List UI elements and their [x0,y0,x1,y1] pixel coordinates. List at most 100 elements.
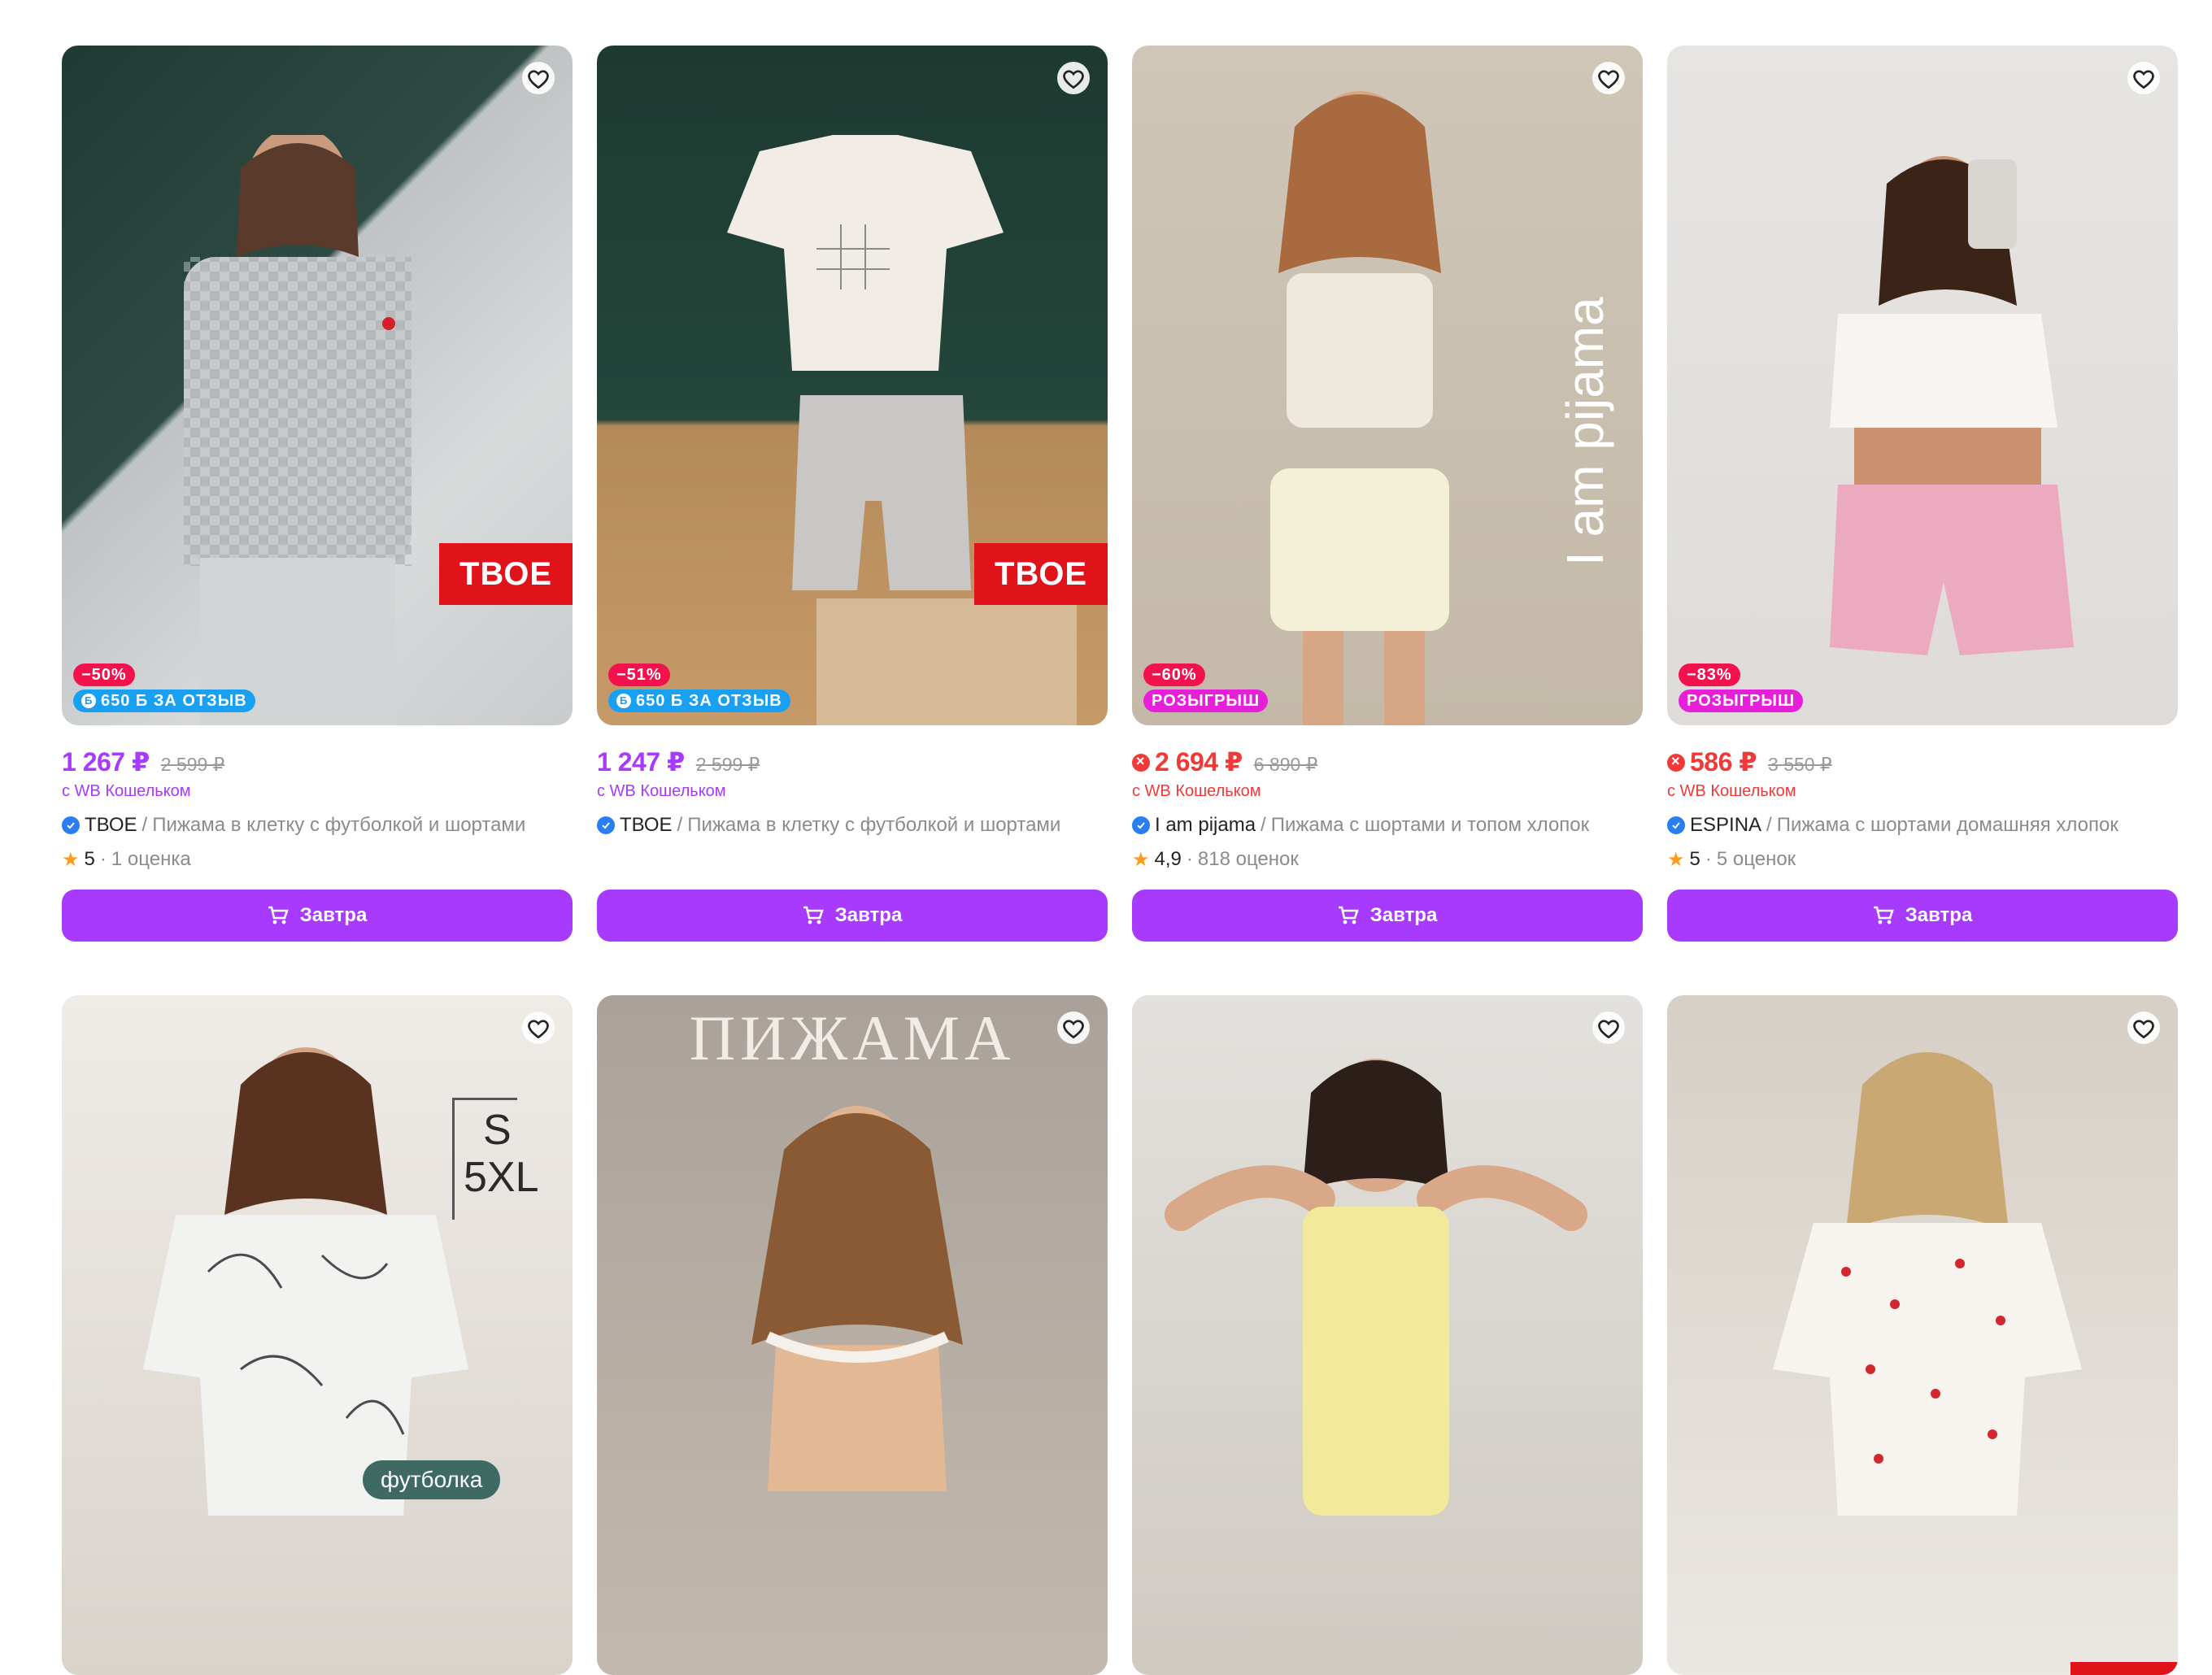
price-row: 1 247 ₽ 2 599 ₽ [597,746,1108,779]
favorite-heart-icon[interactable] [1589,59,1628,98]
price-row: 1 267 ₽ 2 599 ₽ [62,746,573,779]
product-photo[interactable]: ТВОЕ −50% 650 Б ЗА ОТЗЫВ [62,46,573,725]
wallet-note: с WB Кошельком [597,782,726,800]
price: 2 694 ₽ [1155,747,1243,777]
reviews-count: 1 оценка [111,848,191,870]
variant-chip: футболка [363,1460,501,1499]
model-figure [143,1047,468,1516]
towel-shape [816,598,1077,725]
product-title[interactable]: ESPINA / Пижама с шортами домашняя хлопо… [1667,813,2178,838]
star-icon: ★ [1667,848,1685,871]
product-photo[interactable]: ТВОЕ −51% 650 Б ЗА ОТЗЫВ [597,46,1108,725]
brand-name[interactable]: ТВОЕ [620,813,673,838]
product-card[interactable]: ТВОЕ −50% 650 Б ЗА ОТЗЫВ 1 267 ₽ 2 599 ₽… [62,46,573,942]
add-to-cart-button[interactable]: Завтра [597,890,1108,942]
product-title[interactable]: I am pijama / Пижама с шортами и топом х… [1132,813,1643,838]
cart-icon [803,906,824,925]
product-photo[interactable] [1132,995,1643,1675]
review-bonus-label: 650 Б ЗА ОТЗЫВ [101,692,247,710]
brand-name[interactable]: ESPINA [1690,813,1761,838]
discount-badge: −83% [1679,663,1740,686]
rating-dot: · [99,848,107,870]
rating-row: ★ 4,9 · 818 оценок [1132,847,1643,872]
price-row: 586 ₽ 3 550 ₽ [1667,746,2178,779]
favorite-heart-icon[interactable] [1054,1008,1093,1047]
size-label-bottom: 5XL [464,1154,539,1201]
raffle-badge: РОЗЫГРЫШ [1143,690,1269,712]
button-label: Завтра [299,904,368,926]
favorite-heart-icon[interactable] [1054,59,1093,98]
product-card[interactable]: −83% РОЗЫГРЫШ 586 ₽ 3 550 ₽ с WB Кошельк… [1667,46,2178,942]
badges: −60% РОЗЫГРЫШ [1143,663,1269,712]
product-photo[interactable]: −83% РОЗЫГРЫШ [1667,46,2178,725]
reviews-count: 5 оценок [1716,848,1796,870]
product-card[interactable]: ТВОЕ −51% 650 Б ЗА ОТЗЫВ 1 247 ₽ 2 599 ₽… [597,46,1108,942]
size-label-top: S [483,1107,512,1154]
product-name[interactable]: Пижама с шортами и топом хлопок [1271,813,1589,838]
title-separator: / [1261,814,1266,836]
product-card[interactable] [1667,995,2178,1675]
brand-name[interactable]: ТВОЕ [85,813,137,838]
wallet-note: с WB Кошельком [1667,782,1796,800]
add-to-cart-button[interactable]: Завтра [1132,890,1643,942]
wallet-note: с WB Кошельком [62,782,191,800]
product-grid: ТВОЕ −50% 650 Б ЗА ОТЗЫВ 1 267 ₽ 2 599 ₽… [62,46,2181,1675]
rating-value: 5 [84,848,95,870]
favorite-heart-icon[interactable] [2124,59,2163,98]
product-card[interactable]: S 5XL футболка [62,995,573,1675]
product-photo[interactable]: S 5XL футболка [62,995,573,1675]
button-label: Завтра [834,904,903,926]
verified-check-icon [597,816,615,834]
wallet-note: с WB Кошельком [1132,782,1261,800]
model-figure [1270,91,1449,725]
raffle-badge: РОЗЫГРЫШ [1679,690,1804,712]
product-photo[interactable] [1667,995,2178,1675]
brand-tag: ТВОЕ [439,543,573,605]
promo-overlay-title: ПИЖАМА [689,1003,1016,1073]
product-title[interactable]: ТВОЕ / Пижама в клетку с футболкой и шор… [62,813,573,838]
favorite-heart-icon[interactable] [519,1008,558,1047]
title-separator: / [142,814,148,836]
badges: −50% 650 Б ЗА ОТЗЫВ [73,663,255,712]
review-bonus-badge: 650 Б ЗА ОТЗЫВ [608,690,790,712]
rating-value: 4,9 [1154,848,1182,870]
model-figure [1165,1059,1587,1516]
cart-icon [1338,906,1359,925]
rating-row: ★ 5 · 5 оценок [1667,847,2178,872]
discount-badge: −51% [608,663,670,686]
favorite-heart-icon[interactable] [1589,1008,1628,1047]
rating-row-empty [597,847,1108,872]
product-photo[interactable]: ПИЖАМА [597,995,1108,1675]
price-row: 2 694 ₽ 6 890 ₽ [1132,746,1643,779]
star-icon: ★ [62,848,80,871]
badges: −51% 650 Б ЗА ОТЗЫВ [608,663,790,712]
discount-badge: −50% [73,663,135,686]
product-name[interactable]: Пижама в клетку с футболкой и шортами [152,813,525,838]
product-card[interactable]: ПИЖАМА [597,995,1108,1675]
reviews-count: 818 оценок [1197,848,1299,870]
product-photo[interactable]: I am pijama −60% РОЗЫГРЫШ [1132,46,1643,725]
add-to-cart-button[interactable]: Завтра [1667,890,2178,942]
add-to-cart-button[interactable]: Завтра [62,890,573,942]
model-figure [751,1106,963,1491]
favorite-heart-icon[interactable] [2124,1008,2163,1047]
verified-check-icon [1667,816,1685,834]
product-card[interactable]: I am pijama −60% РОЗЫГРЫШ 2 694 ₽ 6 890 … [1132,46,1643,942]
hot-price-icon [1132,753,1150,772]
brand-overlay-text: I am pijama [1556,297,1614,566]
product-title[interactable]: ТВОЕ / Пижама в клетку с футболкой и шор… [597,813,1108,838]
old-price: 6 890 ₽ [1253,754,1318,775]
coin-icon [616,692,631,710]
price: 586 ₽ [1690,747,1757,777]
product-name[interactable]: Пижама в клетку с футболкой и шортами [687,813,1060,838]
brand-name[interactable]: I am pijama [1155,813,1256,838]
cart-icon [268,906,289,925]
old-price: 2 599 ₽ [160,754,225,775]
product-name[interactable]: Пижама с шортами домашняя хлопок [1777,813,2118,838]
button-label: Завтра [1905,904,1973,926]
favorite-heart-icon[interactable] [519,59,558,98]
price: 1 247 ₽ [597,747,685,777]
model-figure [184,135,411,725]
review-bonus-badge: 650 Б ЗА ОТЗЫВ [73,690,255,712]
product-card[interactable] [1132,995,1643,1675]
